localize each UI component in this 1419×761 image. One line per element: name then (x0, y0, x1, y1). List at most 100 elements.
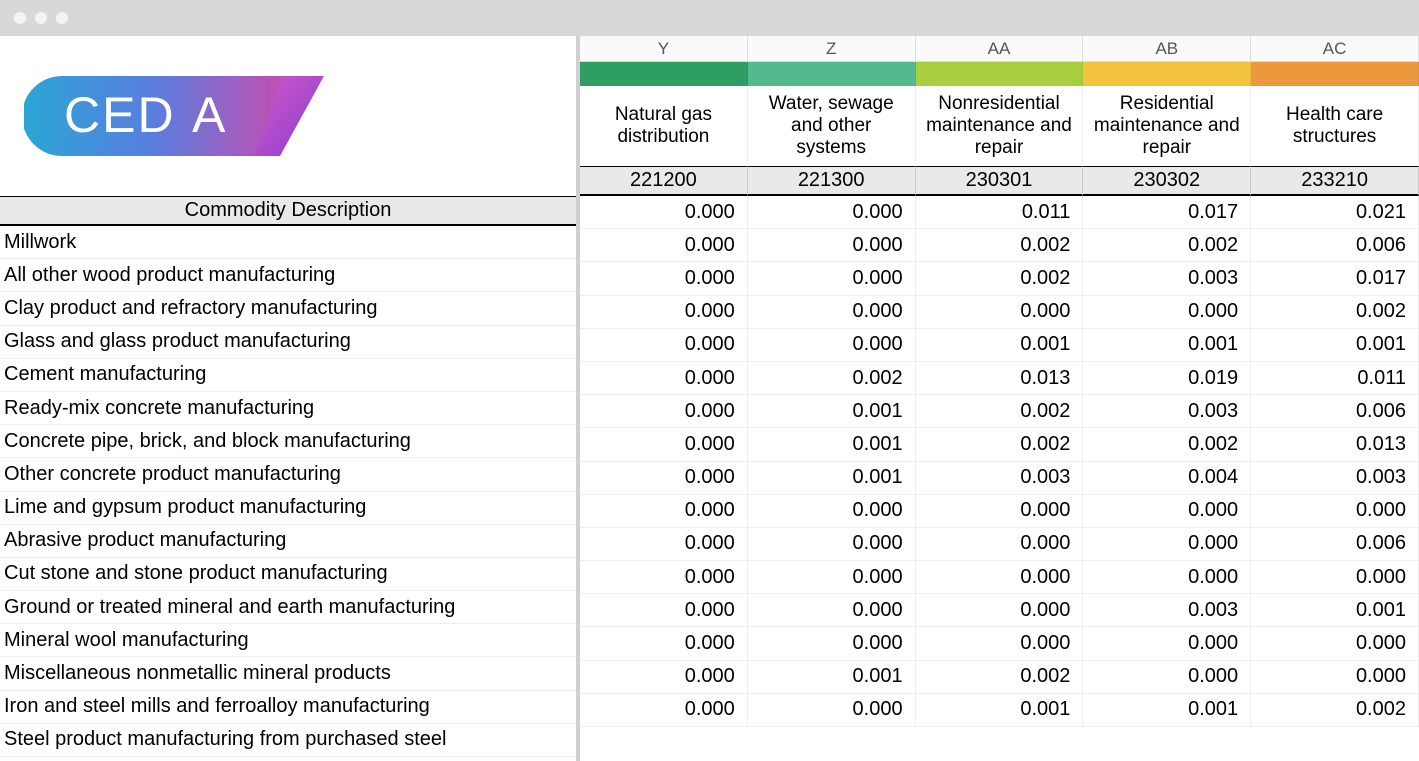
column-letter[interactable]: AB (1083, 36, 1251, 62)
data-cell[interactable]: 0.006 (1251, 395, 1419, 428)
data-cell[interactable]: 0.000 (748, 694, 916, 727)
data-cell[interactable]: 0.000 (580, 428, 748, 461)
data-cell[interactable]: 0.002 (748, 362, 916, 395)
data-cell[interactable]: 0.006 (1251, 229, 1419, 262)
row-label[interactable]: Mineral wool manufacturing (0, 624, 576, 657)
row-label[interactable]: Iron and steel mills and ferroalloy manu… (0, 691, 576, 724)
row-label[interactable]: Other concrete product manufacturing (0, 458, 576, 491)
data-cell[interactable]: 0.000 (580, 694, 748, 727)
data-cell[interactable]: 0.003 (1083, 594, 1251, 627)
data-cell[interactable]: 0.000 (748, 594, 916, 627)
data-cell[interactable]: 0.000 (580, 462, 748, 495)
data-cell[interactable]: 0.004 (1083, 462, 1251, 495)
data-cell[interactable]: 0.001 (748, 428, 916, 461)
row-label[interactable]: Ready-mix concrete manufacturing (0, 392, 576, 425)
data-cell[interactable]: 0.000 (916, 296, 1084, 329)
data-cell[interactable]: 0.000 (1251, 561, 1419, 594)
data-cell[interactable]: 0.000 (1083, 561, 1251, 594)
row-label[interactable]: Cut stone and stone product manufacturin… (0, 558, 576, 591)
data-cell[interactable]: 0.000 (748, 528, 916, 561)
data-cell[interactable]: 0.000 (580, 395, 748, 428)
data-cell[interactable]: 0.013 (1251, 428, 1419, 461)
column-letter[interactable]: Z (748, 36, 916, 62)
data-cell[interactable]: 0.000 (748, 329, 916, 362)
data-cell[interactable]: 0.001 (916, 329, 1084, 362)
data-cell[interactable]: 0.001 (1083, 694, 1251, 727)
data-cell[interactable]: 0.000 (748, 262, 916, 295)
row-label[interactable]: Lime and gypsum product manufacturing (0, 492, 576, 525)
data-cell[interactable]: 0.001 (748, 661, 916, 694)
data-cell[interactable]: 0.017 (1083, 196, 1251, 229)
data-cell[interactable]: 0.000 (580, 561, 748, 594)
row-label[interactable]: Cement manufacturing (0, 359, 576, 392)
data-cell[interactable]: 0.000 (748, 229, 916, 262)
data-cell[interactable]: 0.002 (916, 395, 1084, 428)
row-label[interactable]: All other wood product manufacturing (0, 259, 576, 292)
data-cell[interactable]: 0.003 (1083, 262, 1251, 295)
row-label[interactable]: Steel product manufacturing from purchas… (0, 724, 576, 757)
data-cell[interactable]: 0.000 (580, 296, 748, 329)
data-cell[interactable]: 0.002 (1251, 694, 1419, 727)
data-cell[interactable]: 0.001 (916, 694, 1084, 727)
data-cell[interactable]: 0.000 (916, 495, 1084, 528)
data-cell[interactable]: 0.011 (916, 196, 1084, 229)
data-cell[interactable]: 0.000 (1083, 627, 1251, 660)
data-cell[interactable]: 0.000 (580, 594, 748, 627)
data-cell[interactable]: 0.002 (916, 428, 1084, 461)
data-cell[interactable]: 0.000 (1083, 528, 1251, 561)
row-label[interactable]: Millwork (0, 226, 576, 259)
data-cell[interactable]: 0.000 (1083, 296, 1251, 329)
data-cell[interactable]: 0.000 (748, 627, 916, 660)
row-label[interactable]: Miscellaneous nonmetallic mineral produc… (0, 657, 576, 690)
row-label[interactable]: Glass and glass product manufacturing (0, 326, 576, 359)
row-label[interactable]: Clay product and refractory manufacturin… (0, 292, 576, 325)
data-cell[interactable]: 0.002 (916, 661, 1084, 694)
data-cell[interactable]: 0.000 (580, 495, 748, 528)
data-cell[interactable]: 0.006 (1251, 528, 1419, 561)
row-label[interactable]: Ground or treated mineral and earth manu… (0, 591, 576, 624)
data-cell[interactable]: 0.002 (916, 262, 1084, 295)
data-cell[interactable]: 0.000 (580, 329, 748, 362)
data-cell[interactable]: 0.003 (916, 462, 1084, 495)
data-cell[interactable]: 0.000 (580, 661, 748, 694)
data-cell[interactable]: 0.001 (1083, 329, 1251, 362)
data-cell[interactable]: 0.001 (748, 395, 916, 428)
data-cell[interactable]: 0.002 (916, 229, 1084, 262)
column-letter[interactable]: Y (580, 36, 748, 62)
data-cell[interactable]: 0.017 (1251, 262, 1419, 295)
data-cell[interactable]: 0.000 (1083, 495, 1251, 528)
data-cell[interactable]: 0.002 (1083, 428, 1251, 461)
column-letter[interactable]: AA (916, 36, 1084, 62)
row-label[interactable]: Abrasive product manufacturing (0, 525, 576, 558)
data-cell[interactable]: 0.000 (580, 196, 748, 229)
column-letter[interactable]: AC (1251, 36, 1419, 62)
data-cell[interactable]: 0.000 (1251, 495, 1419, 528)
data-cell[interactable]: 0.011 (1251, 362, 1419, 395)
data-cell[interactable]: 0.000 (580, 362, 748, 395)
data-cell[interactable]: 0.021 (1251, 196, 1419, 229)
data-cell[interactable]: 0.003 (1083, 395, 1251, 428)
row-label[interactable]: Concrete pipe, brick, and block manufact… (0, 425, 576, 458)
data-cell[interactable]: 0.000 (1083, 661, 1251, 694)
data-cell[interactable]: 0.000 (580, 627, 748, 660)
data-cell[interactable]: 0.001 (1251, 594, 1419, 627)
data-cell[interactable]: 0.013 (916, 362, 1084, 395)
data-cell[interactable]: 0.000 (748, 495, 916, 528)
data-cell[interactable]: 0.001 (748, 462, 916, 495)
data-cell[interactable]: 0.000 (580, 528, 748, 561)
data-cell[interactable]: 0.000 (580, 262, 748, 295)
data-cell[interactable]: 0.000 (916, 594, 1084, 627)
data-cell[interactable]: 0.002 (1083, 229, 1251, 262)
data-cell[interactable]: 0.000 (580, 229, 748, 262)
data-cell[interactable]: 0.000 (916, 528, 1084, 561)
data-cell[interactable]: 0.000 (1251, 627, 1419, 660)
data-cell[interactable]: 0.003 (1251, 462, 1419, 495)
data-cell[interactable]: 0.000 (916, 561, 1084, 594)
data-cell[interactable]: 0.000 (748, 196, 916, 229)
data-cell[interactable]: 0.019 (1083, 362, 1251, 395)
data-cell[interactable]: 0.000 (748, 296, 916, 329)
data-cell[interactable]: 0.001 (1251, 329, 1419, 362)
data-cell[interactable]: 0.000 (1251, 661, 1419, 694)
data-cell[interactable]: 0.002 (1251, 296, 1419, 329)
data-cell[interactable]: 0.000 (748, 561, 916, 594)
